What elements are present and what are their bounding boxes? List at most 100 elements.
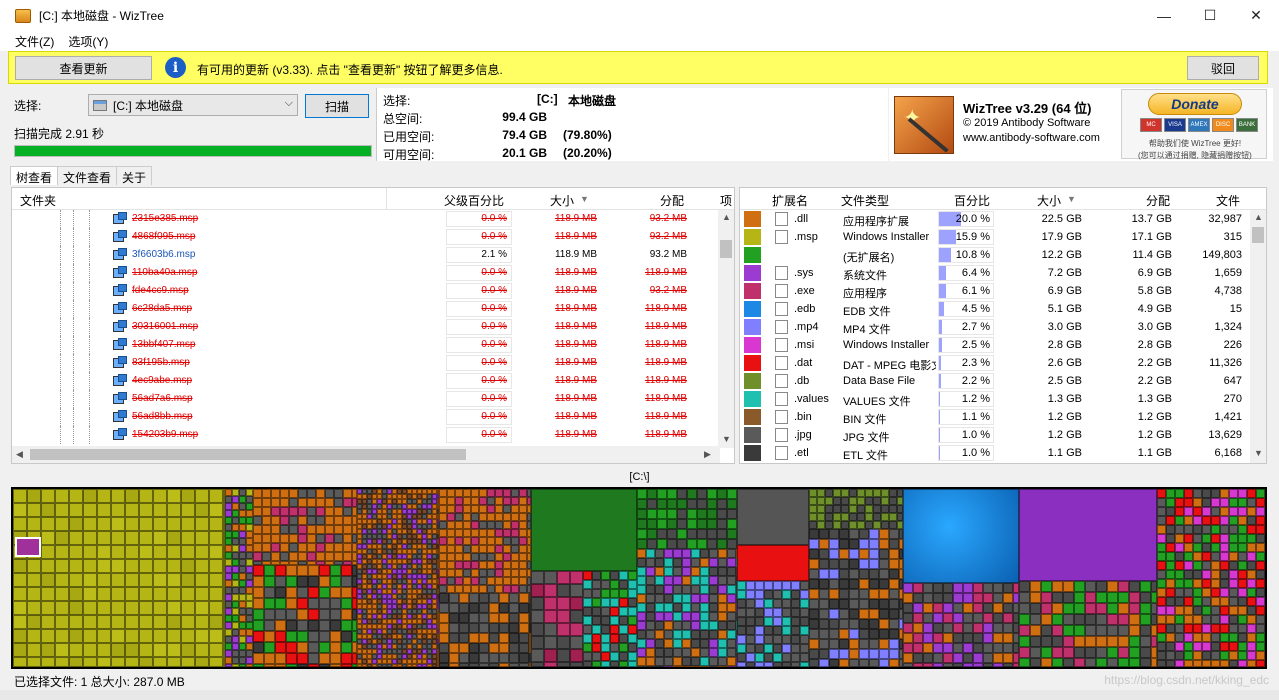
treemap-block[interactable] xyxy=(859,619,869,629)
treemap-block[interactable] xyxy=(1175,606,1184,615)
treemap-block[interactable] xyxy=(1157,633,1166,642)
treemap-block[interactable] xyxy=(487,521,495,529)
treemap-block[interactable] xyxy=(1247,507,1256,516)
treemap-block[interactable] xyxy=(519,653,529,663)
treemap-block[interactable] xyxy=(246,629,253,636)
tree-row[interactable]: 110ba40a.msp 0.0 % 118.9 MB 118.9 MB xyxy=(12,264,720,282)
treemap-block[interactable] xyxy=(859,599,869,609)
treemap-block[interactable] xyxy=(879,659,889,667)
treemap-block[interactable] xyxy=(439,653,449,663)
treemap-block[interactable] xyxy=(655,648,664,657)
treemap-block[interactable] xyxy=(1247,615,1256,624)
treemap-block[interactable] xyxy=(439,561,447,569)
treemap-block[interactable] xyxy=(232,601,239,608)
treemap-block[interactable] xyxy=(1085,636,1096,647)
treemap-block[interactable] xyxy=(479,643,489,653)
treemap-block[interactable] xyxy=(570,571,583,584)
treemap-block[interactable] xyxy=(953,643,963,653)
treemap-block[interactable] xyxy=(511,537,519,545)
treemap-block[interactable] xyxy=(963,643,973,653)
treemap-block[interactable] xyxy=(809,639,819,649)
treemap-block[interactable] xyxy=(829,549,839,559)
treemap-block[interactable] xyxy=(619,598,628,607)
treemap-block[interactable] xyxy=(1229,543,1238,552)
treemap-block[interactable] xyxy=(463,537,471,545)
treemap-block[interactable] xyxy=(592,598,601,607)
treemap-block[interactable] xyxy=(83,531,97,545)
treemap-block[interactable] xyxy=(943,613,953,623)
treemap-block[interactable] xyxy=(746,626,755,635)
treemap-block[interactable] xyxy=(746,635,755,644)
treemap-block[interactable] xyxy=(1074,636,1085,647)
treemap-block[interactable] xyxy=(610,598,619,607)
treemap-block[interactable] xyxy=(707,499,717,509)
treemap-block[interactable] xyxy=(637,529,647,539)
treemap-block[interactable] xyxy=(1256,588,1265,597)
treemap-block[interactable] xyxy=(41,573,55,587)
treemap-block[interactable] xyxy=(667,509,677,519)
treemap-block[interactable] xyxy=(519,577,527,585)
treemap-block[interactable] xyxy=(859,639,869,649)
treemap-block[interactable] xyxy=(41,657,55,667)
treemap-block[interactable] xyxy=(691,558,700,567)
treemap-block[interactable] xyxy=(1247,561,1256,570)
treemap-block[interactable] xyxy=(225,657,232,664)
treemap-block[interactable] xyxy=(664,603,673,612)
treemap-block[interactable] xyxy=(963,663,973,667)
treemap-block[interactable] xyxy=(849,599,859,609)
tab-file-view[interactable]: 文件查看 xyxy=(57,166,118,185)
treemap-block[interactable] xyxy=(737,653,746,662)
treemap-block[interactable] xyxy=(455,513,463,521)
treemap-block[interactable] xyxy=(13,587,27,601)
treemap-block[interactable] xyxy=(727,519,737,529)
treemap-block[interactable] xyxy=(755,644,764,653)
treemap-block[interactable] xyxy=(809,629,819,639)
treemap-block[interactable] xyxy=(673,558,682,567)
treemap-block[interactable] xyxy=(646,612,655,621)
treemap-block[interactable] xyxy=(1157,534,1166,543)
treemap-block[interactable] xyxy=(619,634,628,643)
treemap-block[interactable] xyxy=(289,543,298,552)
treemap-block[interactable] xyxy=(825,513,833,521)
treemap-block[interactable] xyxy=(557,636,570,649)
treemap-block[interactable] xyxy=(983,653,993,663)
treemap-block[interactable] xyxy=(764,626,773,635)
treemap-block[interactable] xyxy=(1238,597,1247,606)
treemap-block[interactable] xyxy=(800,581,809,590)
treemap-block[interactable] xyxy=(889,559,899,569)
treemap-block[interactable] xyxy=(829,539,839,549)
treemap-block[interactable] xyxy=(463,497,471,505)
treemap-block[interactable] xyxy=(455,505,463,513)
treemap-block[interactable] xyxy=(667,519,677,529)
treemap-block[interactable] xyxy=(657,489,667,499)
treemap-block[interactable] xyxy=(628,589,637,598)
treemap-block[interactable] xyxy=(439,553,447,561)
treemap-block[interactable] xyxy=(225,531,232,538)
treemap-block[interactable] xyxy=(819,659,829,667)
treemap-block[interactable] xyxy=(246,636,253,643)
treemap-block[interactable] xyxy=(449,633,459,643)
treemap-block[interactable] xyxy=(849,629,859,639)
treemap-block[interactable] xyxy=(1096,603,1107,614)
treemap-block[interactable] xyxy=(687,539,697,549)
treemap-block[interactable] xyxy=(773,608,782,617)
treemap-block[interactable] xyxy=(55,573,69,587)
treemap-block[interactable] xyxy=(286,598,297,609)
treemap-block[interactable] xyxy=(139,503,153,517)
treemap-block[interactable] xyxy=(646,585,655,594)
treemap-block[interactable] xyxy=(439,623,449,633)
treemap-block[interactable] xyxy=(865,497,873,505)
treemap-block[interactable] xyxy=(737,545,809,581)
treemap-block[interactable] xyxy=(487,529,495,537)
treemap-block[interactable] xyxy=(232,538,239,545)
treemap-block[interactable] xyxy=(289,552,298,561)
treemap-block[interactable] xyxy=(195,643,209,657)
treemap-block[interactable] xyxy=(195,601,209,615)
treemap-block[interactable] xyxy=(544,584,557,597)
treemap-block[interactable] xyxy=(232,559,239,566)
treemap-block[interactable] xyxy=(819,599,829,609)
treemap-block[interactable] xyxy=(531,649,544,662)
treemap-block[interactable] xyxy=(727,639,736,648)
treemap-block[interactable] xyxy=(691,657,700,666)
treemap-block[interactable] xyxy=(1157,579,1166,588)
